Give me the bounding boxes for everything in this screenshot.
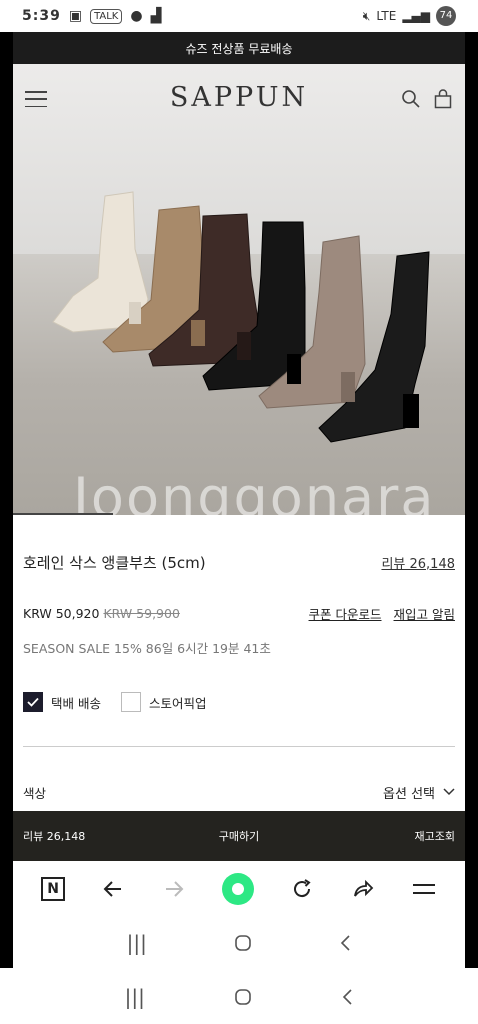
naver-home-button[interactable]: N: [41, 877, 66, 901]
status-time: 5:39: [22, 8, 61, 24]
option-select[interactable]: 옵션 선택: [383, 783, 455, 802]
refresh-icon[interactable]: [290, 877, 314, 901]
system-icons: 🔇︎ LTE ▂▄▆ 74: [363, 6, 456, 26]
product-title: 호레인 삭스 앵클부츠 (5cm): [23, 553, 206, 572]
chat-icon: ●: [130, 8, 143, 24]
site-header: SAPPUN: [13, 64, 465, 134]
price-links: 쿠폰 다운로드 재입고 알림: [309, 604, 455, 623]
promo-text: 슈즈 전상품 무료배송: [185, 41, 293, 56]
promo-banner[interactable]: 슈즈 전상품 무료배송: [13, 32, 465, 64]
header-icons: [401, 89, 453, 109]
product-hero-image[interactable]: SAPPUN Joonggonara: [13, 64, 465, 515]
shopping-bag-icon[interactable]: [433, 89, 453, 109]
lte-icon: LTE: [376, 9, 397, 23]
system-navigation-bar: |||: [0, 970, 478, 1024]
pickup-label: 스토어픽업: [148, 695, 207, 711]
delivery-options: 택배 배송 스토어픽업: [23, 690, 455, 714]
heel-2: [191, 320, 205, 346]
color-option-row[interactable]: 색상 옵션 선택: [23, 781, 455, 803]
web-content: 슈즈 전상품 무료배송 SAPPUN Joonggonara 호레인 삭스 앵클…: [13, 32, 465, 803]
title-row: 호레인 삭스 앵클부츠 (5cm) 리뷰 26,148: [23, 547, 455, 577]
browser-toolbar: N: [13, 861, 465, 917]
image-indicator: [13, 513, 113, 515]
option-select-label: 옵션 선택: [383, 786, 435, 802]
left-gutter: [0, 32, 13, 968]
restock-alert-link[interactable]: 재입고 알림: [394, 604, 455, 623]
check-icon: [27, 697, 39, 707]
right-gutter: [465, 32, 478, 968]
app-navigation-bar: |||: [13, 917, 465, 969]
recents-icon[interactable]: |||: [127, 931, 147, 955]
heel-3: [237, 332, 251, 360]
delivery-option[interactable]: 택배 배송: [23, 692, 101, 712]
signal-small-icon: ▟: [150, 8, 162, 24]
system-back-icon[interactable]: [341, 988, 353, 1006]
gallery-icon: ▣: [68, 8, 83, 24]
product-info: 호레인 삭스 앵클부츠 (5cm) 리뷰 26,148 KRW 50,920 K…: [13, 547, 465, 803]
purchase-bar: 리뷰 26,148 구매하기 재고조회: [13, 811, 465, 861]
phone-screen: 5:39 ▣ TALK ● ▟ 🔇︎ LTE ▂▄▆ 74 슈즈 전상품 무료배…: [0, 0, 478, 1024]
pickup-checkbox[interactable]: [120, 692, 141, 712]
price-row: KRW 50,920 KRW 59,900 쿠폰 다운로드 재입고 알림: [23, 602, 455, 624]
notification-icons: ▣ TALK ● ▟: [69, 8, 162, 24]
review-link[interactable]: 리뷰 26,148: [381, 553, 455, 572]
back-icon[interactable]: [339, 934, 351, 952]
menu-lines-icon[interactable]: [411, 879, 437, 899]
site-logo[interactable]: SAPPUN: [170, 82, 308, 113]
original-price: KRW 59,900: [103, 605, 180, 621]
color-label: 색상: [23, 785, 47, 801]
watermark-text: Joonggonara: [73, 466, 436, 515]
heel-6: [403, 394, 419, 428]
heel-1: [129, 302, 141, 324]
coupon-download-link[interactable]: 쿠폰 다운로드: [309, 604, 382, 623]
heel-4: [287, 354, 301, 384]
sale-countdown: SEASON SALE 15% 86일 6시간 19분 41초: [23, 641, 271, 656]
delivery-label: 택배 배송: [51, 695, 101, 711]
stock-check-button[interactable]: 재고조회: [415, 828, 455, 844]
heel-5: [341, 372, 355, 402]
share-icon[interactable]: [351, 877, 375, 901]
bottom-review-button[interactable]: 리뷰 26,148: [23, 828, 85, 844]
home-icon[interactable]: [234, 934, 252, 952]
mute-icon: 🔇︎: [362, 8, 371, 23]
pickup-option[interactable]: 스토어픽업: [120, 692, 207, 712]
chevron-down-icon: [443, 788, 455, 796]
buy-button[interactable]: 구매하기: [219, 828, 259, 844]
status-bar: 5:39 ▣ TALK ● ▟ 🔇︎ LTE ▂▄▆ 74: [0, 0, 478, 32]
divider: [23, 746, 455, 747]
green-dot-button[interactable]: [221, 873, 254, 905]
system-recents-icon[interactable]: |||: [125, 985, 145, 1009]
system-home-icon[interactable]: [234, 988, 252, 1006]
forward-arrow-icon[interactable]: [162, 877, 186, 901]
signal-icon: ▂▄▆: [402, 9, 430, 23]
delivery-checkbox[interactable]: [23, 692, 43, 712]
battery-icon: 74: [436, 6, 456, 26]
back-arrow-icon[interactable]: [101, 877, 125, 901]
sale-price: KRW 50,920: [23, 605, 100, 621]
menu-icon[interactable]: [25, 91, 47, 107]
talk-icon: TALK: [90, 8, 123, 24]
search-icon[interactable]: [401, 89, 421, 109]
